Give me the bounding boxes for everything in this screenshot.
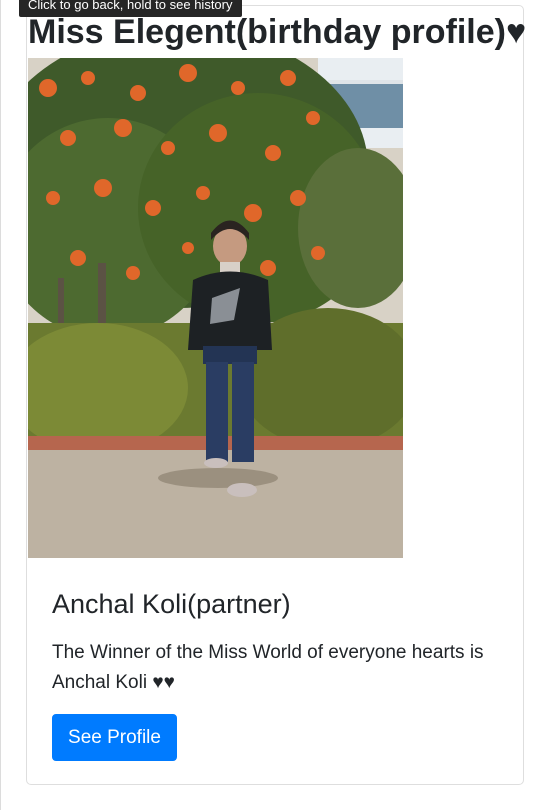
profile-photo bbox=[28, 58, 403, 558]
profile-description: The Winner of the Miss World of everyone… bbox=[52, 642, 484, 693]
page-edge-divider bbox=[0, 0, 1, 810]
see-profile-button[interactable]: See Profile bbox=[52, 714, 177, 761]
profile-name: Anchal Koli(partner) bbox=[52, 589, 291, 619]
back-button-tooltip: Click to go back, hold to see history bbox=[19, 0, 242, 17]
profile-card: Miss Elegent(birthday profile)♥ Anchal K… bbox=[26, 5, 527, 785]
card-heading: Miss Elegent(birthday profile)♥ bbox=[28, 13, 527, 51]
card-body: Anchal Koli(partner) The Winner of the M… bbox=[52, 584, 502, 761]
